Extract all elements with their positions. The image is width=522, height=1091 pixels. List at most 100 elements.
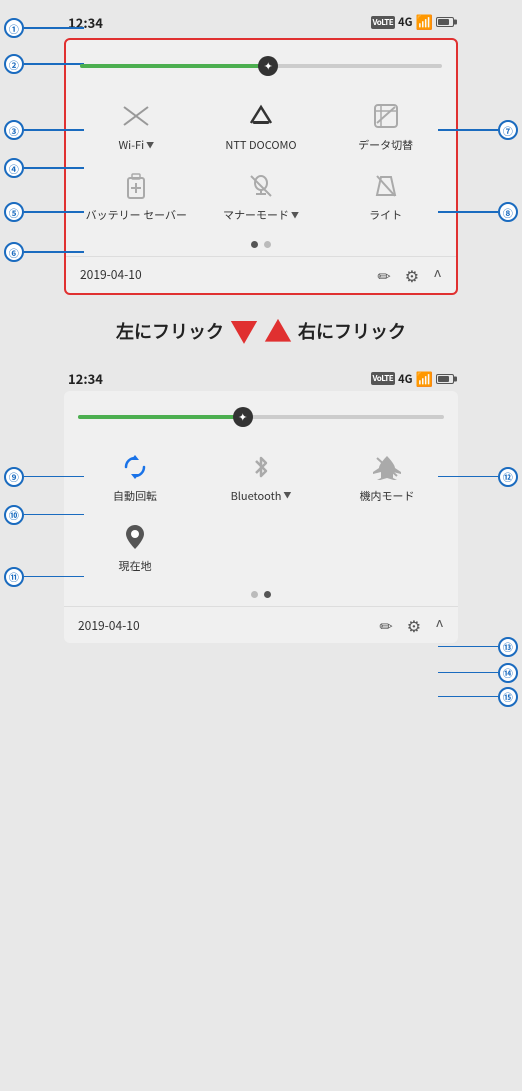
ntt-label: NTT DOCOMO [225, 138, 296, 152]
middle-label-section: 左にフリック ▼ ▲ 右にフリック [0, 295, 522, 367]
brightness-track-bottom[interactable]: ✦ [78, 415, 444, 419]
light-icon [368, 168, 404, 204]
wifi-label-row: Wi-Fi ▼ [119, 138, 155, 152]
bottom-section: ⑨ ⑩ ⑪ 12:34 VoLTE 4G 📶 [0, 367, 522, 654]
tile-battery-saver[interactable]: バッテリー セーバー [74, 158, 199, 228]
signal-icon-bottom: 📶 [416, 369, 433, 389]
tile-airplane[interactable]: 機内モード [324, 439, 450, 509]
annotation-1: ① [4, 18, 84, 38]
bluetooth-icon [243, 449, 279, 485]
expand-icon-bottom[interactable]: ^ [435, 613, 444, 637]
rotate-icon [117, 449, 153, 485]
signal-icon: 📶 [416, 12, 433, 32]
quick-tiles-grid: Wi-Fi ▼ NTT DOCOMO [66, 84, 456, 237]
annotation-13: ⑬ [438, 637, 518, 657]
brightness-sun-icon: ✦ [264, 58, 273, 74]
airplane-icon [369, 449, 405, 485]
footer-action-icons-bottom: ✏ ⚙ ^ [379, 613, 444, 637]
wifi-icon [118, 98, 154, 134]
annotation-10: ⑩ [4, 505, 84, 525]
status-bar: 12:34 VoLTE 4G 📶 [52, 10, 470, 34]
bluetooth-dropdown-arrow: ▼ [283, 490, 291, 501]
annotation-5: ⑤ [4, 202, 84, 222]
location-label: 現在地 [119, 559, 152, 573]
brightness-track[interactable]: ✦ [80, 64, 442, 68]
volte-badge: VoLTE [371, 16, 396, 29]
volte-badge-bottom: VoLTE [371, 372, 396, 385]
annotation-12: ⑫ [438, 467, 518, 487]
wifi-dropdown-arrow: ▼ [146, 140, 154, 151]
edit-icon-bottom[interactable]: ✏ [379, 613, 392, 637]
brightness-panel: ✦ Wi-Fi [64, 38, 458, 295]
down-arrow: ▼ [230, 311, 258, 351]
annotation-7: ⑦ [438, 120, 518, 140]
battery-icon-bottom [436, 374, 454, 384]
annotation-15: ⑮ [438, 687, 518, 707]
data-icon [368, 98, 404, 134]
dot-2 [264, 241, 271, 248]
edit-icon[interactable]: ✏ [377, 263, 390, 287]
dot-1 [251, 241, 258, 248]
brightness-slider-row-bottom[interactable]: ✦ [64, 399, 458, 435]
up-arrow: ▲ [264, 311, 292, 351]
brightness-slider-row[interactable]: ✦ [66, 48, 456, 84]
page-dots-bottom [64, 587, 458, 606]
settings-icon[interactable]: ⚙ [405, 263, 419, 287]
footer-date: 2019-04-10 [80, 266, 142, 283]
bluetooth-label: Bluetooth [231, 489, 282, 503]
brightness-fill [80, 64, 268, 68]
brightness-sun-icon-bottom: ✦ [238, 409, 247, 425]
manner-dropdown-arrow: ▼ [291, 210, 299, 221]
ntt-icon [243, 98, 279, 134]
annotation-3: ③ [4, 120, 84, 140]
annotation-6: ⑥ [4, 242, 84, 262]
annotation-4: ④ [4, 158, 84, 178]
brightness-fill-bottom [78, 415, 243, 419]
annotation-2: ② [4, 54, 84, 74]
network-badge: 4G [398, 14, 412, 30]
status-bar-bottom: 12:34 VoLTE 4G 📶 [52, 367, 470, 391]
settings-icon-bottom[interactable]: ⚙ [407, 613, 421, 637]
status-time-bottom: 12:34 [68, 369, 103, 388]
bluetooth-label-row: Bluetooth ▼ [231, 489, 292, 503]
status-icons-bottom: VoLTE 4G 📶 [371, 369, 455, 389]
manner-label: マナーモード [223, 208, 289, 222]
wifi-label: Wi-Fi [119, 138, 145, 152]
brightness-thumb[interactable]: ✦ [258, 56, 278, 76]
annotation-11: ⑪ [4, 567, 84, 587]
dot-bottom-2 [264, 591, 271, 598]
data-label: データ切替 [358, 138, 413, 152]
left-flick-text: 左にフリック [116, 318, 224, 344]
dot-bottom-1 [251, 591, 258, 598]
battery-saver-icon [118, 168, 154, 204]
battery-saver-label: バッテリー セーバー [86, 208, 187, 222]
tile-wifi[interactable]: Wi-Fi ▼ [74, 88, 199, 158]
footer-date-bottom: 2019-04-10 [78, 617, 140, 634]
tile-manner[interactable]: マナーモード ▼ [199, 158, 324, 228]
page-dots [66, 237, 456, 256]
status-icons: VoLTE 4G 📶 [371, 12, 455, 32]
tile-location[interactable]: 現在地 [72, 509, 198, 579]
network-badge-bottom: 4G [398, 371, 412, 387]
brightness-thumb-bottom[interactable]: ✦ [233, 407, 253, 427]
tile-ntt[interactable]: NTT DOCOMO [199, 88, 324, 158]
annotation-9: ⑨ [4, 467, 84, 487]
panel-footer: 2019-04-10 ✏ ⚙ ^ [66, 256, 456, 293]
top-section: ① ② ③ ④ ⑤ [0, 0, 522, 295]
rotate-label: 自動回転 [113, 489, 157, 503]
expand-icon[interactable]: ^ [433, 263, 442, 287]
battery-icon [436, 17, 454, 27]
bottom-panel: ✦ [64, 391, 458, 644]
tile-light[interactable]: ライト [323, 158, 448, 228]
location-icon [117, 519, 153, 555]
tile-bluetooth[interactable]: Bluetooth ▼ [198, 439, 324, 509]
tile-data[interactable]: データ切替 [323, 88, 448, 158]
panel-footer-bottom: 2019-04-10 ✏ ⚙ ^ [64, 606, 458, 643]
manner-icon [243, 168, 279, 204]
right-flick-text: 右にフリック [298, 318, 406, 344]
airplane-label: 機内モード [360, 489, 415, 503]
footer-action-icons: ✏ ⚙ ^ [377, 263, 442, 287]
annotation-14: ⑭ [438, 663, 518, 683]
quick-tiles-grid-bottom: 自動回転 Bluetooth ▼ [64, 435, 458, 588]
tile-rotate[interactable]: 自動回転 [72, 439, 198, 509]
